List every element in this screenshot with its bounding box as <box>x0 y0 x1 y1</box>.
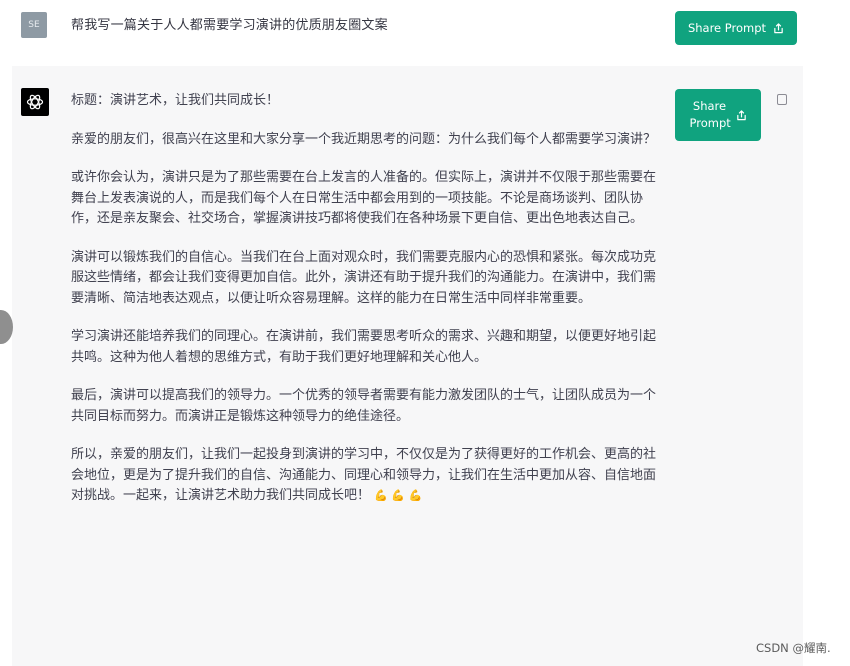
user-message-text: 帮我写一篇关于人人都需要学习演讲的优质朋友圈文案 <box>71 18 388 33</box>
message-paragraph: 学习演讲还能培养我们的同理心。在演讲前，我们需要思考听众的需求、兴趣和期望，以便… <box>71 329 657 365</box>
assistant-avatar <box>21 88 49 116</box>
message-title: 标题：演讲艺术，让我们共同成长！ <box>71 93 280 108</box>
copy-icon[interactable] <box>777 94 787 105</box>
message-paragraph-text: 所以，亲爱的朋友们，让我们一起投身到演讲的学习中，不仅仅是为了获得更好的工作机会… <box>71 447 657 503</box>
message-paragraph: 演讲可以锻炼我们的自信心。当我们在台上面对观众时，我们需要克服内心的恐惧和紧张。… <box>71 249 657 306</box>
share-prompt-button-side[interactable]: Share Prompt <box>675 89 761 141</box>
share-icon <box>736 109 746 120</box>
share-prompt-side-line2: Prompt <box>689 116 731 130</box>
assistant-message-content: 标题：演讲艺术，让我们共同成长！ 亲爱的朋友们，很高兴在这里和大家分享一个我近期… <box>71 91 661 525</box>
watermark: CSDN @耀南. <box>756 641 831 655</box>
message-paragraph: 亲爱的朋友们，很高兴在这里和大家分享一个我近期思考的问题：为什么我们每个人都需要… <box>71 131 657 147</box>
share-prompt-label: Share Prompt <box>687 21 767 35</box>
flexed-biceps-emoji: 💪 💪 💪 <box>374 489 423 502</box>
user-avatar: SE <box>21 12 47 38</box>
share-prompt-button[interactable]: Share Prompt <box>675 11 797 45</box>
message-paragraph: 最后，演讲可以提高我们的领导力。一个优秀的领导者需要有能力激发团队的士气，让团队… <box>71 388 657 424</box>
message-paragraph: 所以，亲爱的朋友们，让我们一起投身到演讲的学习中，不仅仅是为了获得更好的工作机会… <box>71 445 661 507</box>
message-paragraph: 或许你会认为，演讲只是为了那些需要在台上发言的人准备的。但实际上，演讲并不仅限于… <box>71 170 657 226</box>
user-message-row: SE 帮我写一篇关于人人都需要学习演讲的优质朋友圈文案 Share Prompt <box>0 0 850 62</box>
openai-logo-icon <box>26 94 44 110</box>
share-prompt-side-label: Share Prompt <box>689 98 731 132</box>
share-icon <box>774 22 783 33</box>
share-prompt-side-line1: Share <box>692 99 727 113</box>
